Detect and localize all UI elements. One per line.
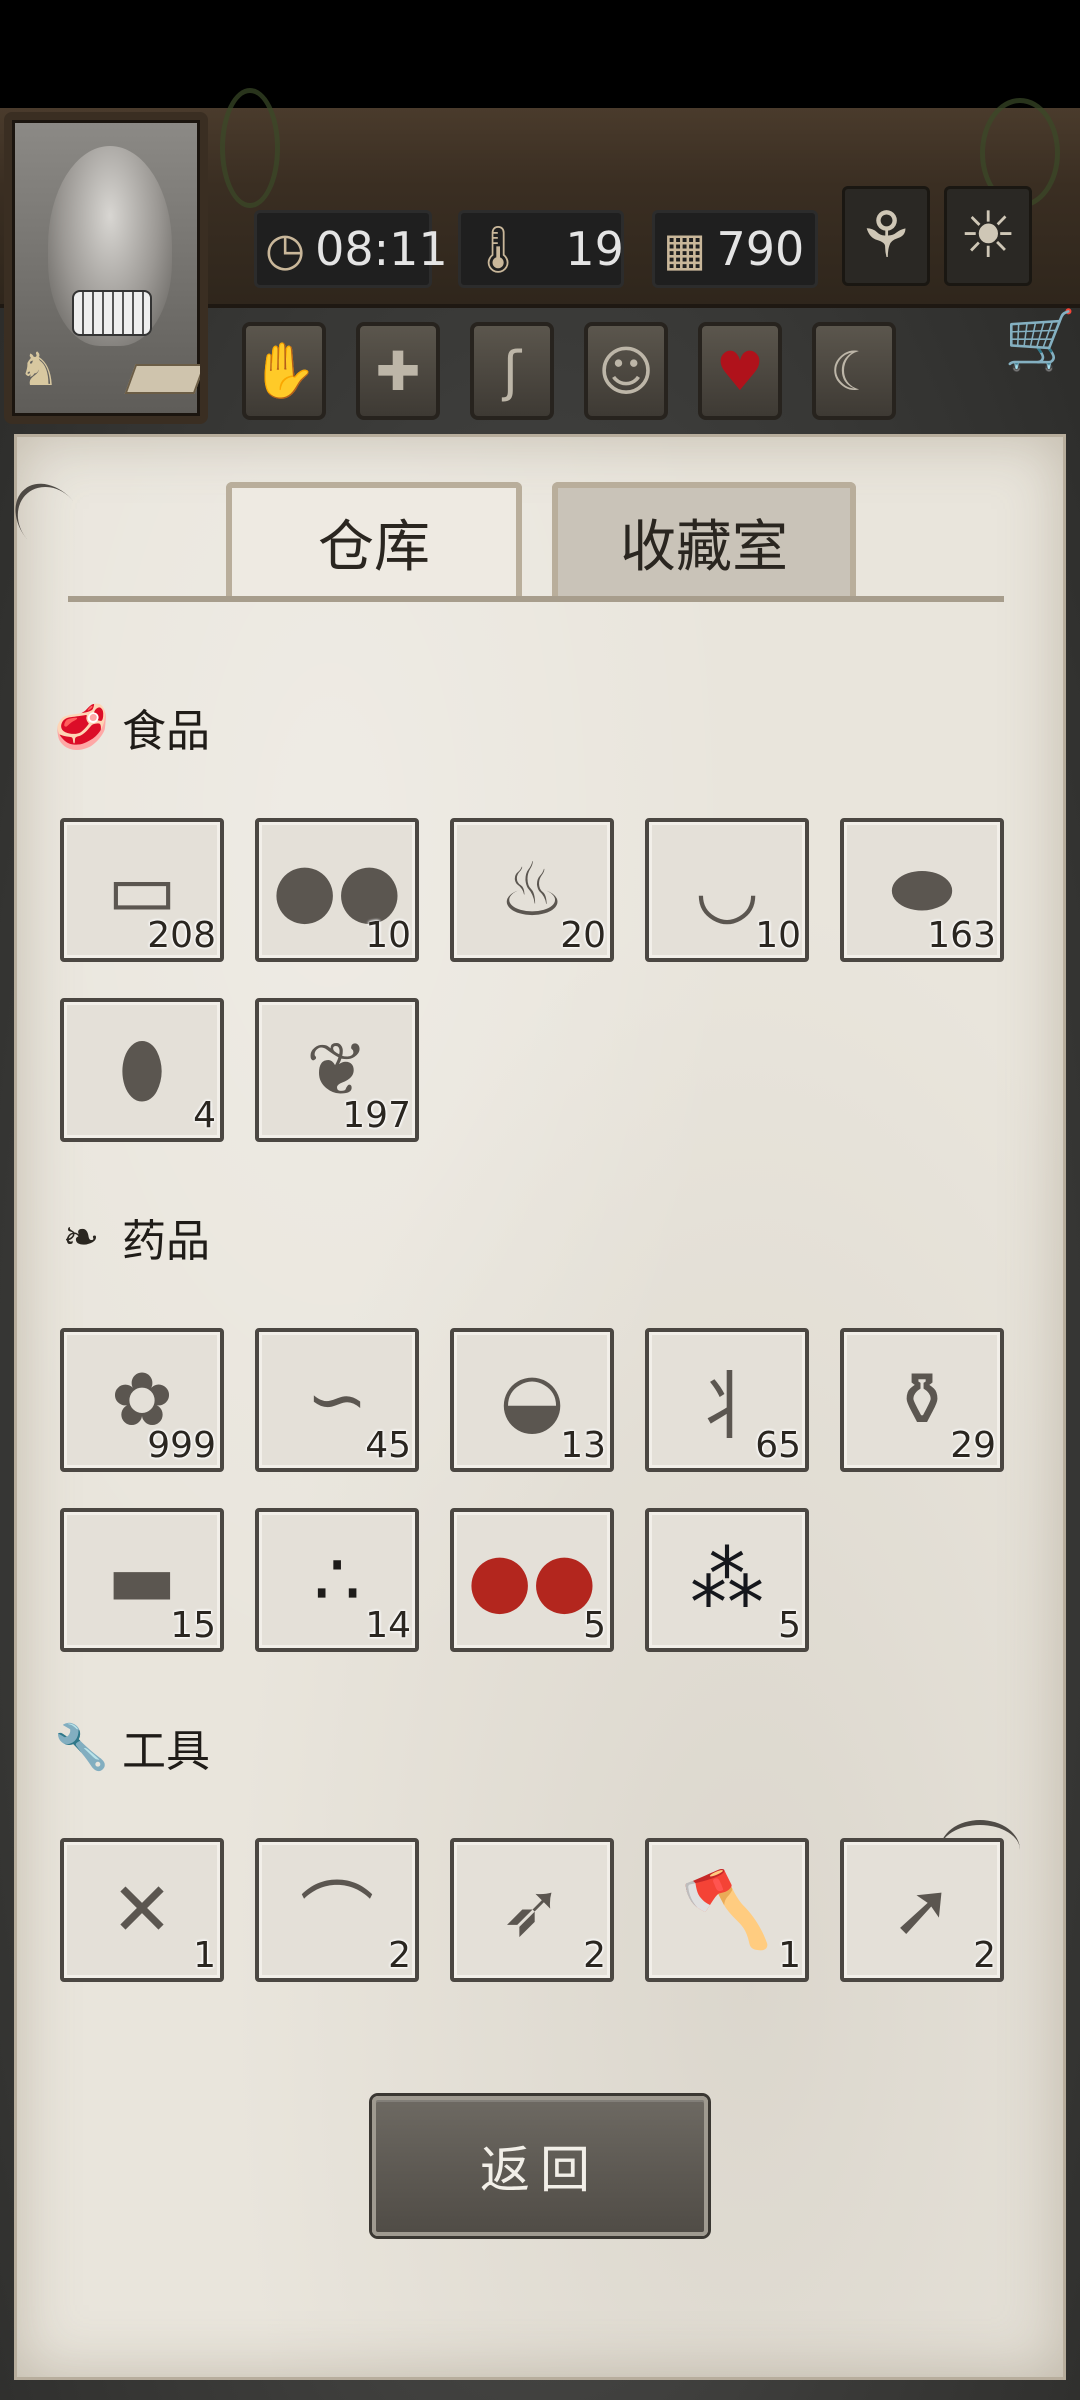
item-count: 2 bbox=[973, 1935, 996, 1976]
item-count: 2 bbox=[583, 1935, 606, 1976]
item-slot[interactable]: ✿ 999 bbox=[60, 1328, 224, 1472]
tab-underline bbox=[68, 596, 1004, 602]
clock-icon: ◷ bbox=[265, 222, 306, 276]
tab-collection-label: 收藏室 bbox=[620, 514, 788, 580]
temperature-display: 🌡 19 bbox=[458, 210, 624, 288]
sprout-icon[interactable]: ⚘ bbox=[842, 186, 930, 286]
item-slot[interactable]: ◒ 13 bbox=[450, 1328, 614, 1472]
item-count: 45 bbox=[365, 1425, 411, 1466]
section-food-header: 🥩 食品 bbox=[54, 692, 210, 762]
item-count: 5 bbox=[778, 1605, 801, 1646]
item-count: 1 bbox=[778, 1935, 801, 1976]
shop-cart-icon[interactable]: 🛒 bbox=[1004, 306, 1076, 375]
item-count: 163 bbox=[927, 915, 996, 956]
section-medicine-title: 药品 bbox=[122, 1216, 210, 1267]
item-count: 10 bbox=[755, 915, 801, 956]
item-count: 197 bbox=[342, 1095, 411, 1136]
calendar-icon: ▦ bbox=[663, 222, 707, 276]
item-slot[interactable]: ⬬ 163 bbox=[840, 818, 1004, 962]
plus-icon[interactable]: ✚ bbox=[356, 322, 440, 420]
moon-icon[interactable]: ☾ bbox=[812, 322, 896, 420]
days-display: ▦ 790 bbox=[652, 210, 818, 288]
camel-icon: ♞ bbox=[18, 342, 60, 396]
item-slot[interactable]: ∴ 14 bbox=[255, 1508, 419, 1652]
item-count: 15 bbox=[170, 1605, 216, 1646]
stomach-icon[interactable]: ʃ bbox=[470, 322, 554, 420]
item-slot[interactable]: 🪓 1 bbox=[645, 1838, 809, 1982]
item-slot[interactable]: ●● 5 bbox=[450, 1508, 614, 1652]
days-value: 790 bbox=[716, 222, 805, 276]
item-count: 4 bbox=[193, 1095, 216, 1136]
leaf-icon: ❧ bbox=[62, 1211, 100, 1263]
item-slot[interactable]: ❦ 197 bbox=[255, 998, 419, 1142]
flag-icon bbox=[124, 364, 200, 394]
time-value: 08:11 bbox=[315, 222, 448, 276]
item-slot[interactable]: ⚱ 29 bbox=[840, 1328, 1004, 1472]
tab-warehouse[interactable]: 仓库 bbox=[226, 482, 522, 596]
item-count: 13 bbox=[560, 1425, 606, 1466]
item-slot[interactable]: ▬ 15 bbox=[60, 1508, 224, 1652]
item-count: 1 bbox=[193, 1935, 216, 1976]
thermometer-icon: 🌡 bbox=[469, 221, 528, 276]
item-count: 10 bbox=[365, 915, 411, 956]
item-count: 20 bbox=[560, 915, 606, 956]
tab-warehouse-label: 仓库 bbox=[318, 514, 430, 580]
back-button-label: 返回 bbox=[480, 2141, 600, 2199]
section-food-title: 食品 bbox=[122, 706, 210, 757]
heart-icon[interactable]: ♥ bbox=[698, 322, 782, 420]
item-slot[interactable]: ∽ 45 bbox=[255, 1328, 419, 1472]
item-slot[interactable]: ✕ 1 bbox=[60, 1838, 224, 1982]
item-count: 29 bbox=[950, 1425, 996, 1466]
item-slot[interactable]: ◡ 10 bbox=[645, 818, 809, 962]
item-count: 2 bbox=[388, 1935, 411, 1976]
item-slot[interactable]: ▭ 208 bbox=[60, 818, 224, 962]
time-display: ◷ 08:11 bbox=[254, 210, 448, 288]
item-count: 208 bbox=[147, 915, 216, 956]
item-slot[interactable]: ➚ 2 bbox=[840, 1838, 1004, 1982]
section-tools-header: 🔧 工具 bbox=[54, 1712, 210, 1782]
tab-collection[interactable]: 收藏室 bbox=[552, 482, 856, 596]
item-slot[interactable]: ⁂ 5 bbox=[645, 1508, 809, 1652]
character-mouth bbox=[72, 290, 152, 336]
item-slot[interactable]: ⺦ 65 bbox=[645, 1328, 809, 1472]
wrench-icon: 🔧 bbox=[54, 1722, 109, 1773]
item-count: 999 bbox=[147, 1425, 216, 1466]
item-slot[interactable]: ⌒ 2 bbox=[255, 1838, 419, 1982]
sun-icon[interactable]: ☀ bbox=[944, 186, 1032, 286]
item-count: 5 bbox=[583, 1605, 606, 1646]
item-count: 65 bbox=[755, 1425, 801, 1466]
item-count: 14 bbox=[365, 1605, 411, 1646]
back-button[interactable]: 返回 bbox=[372, 2096, 708, 2236]
section-medicine-header: ❧ 药品 bbox=[54, 1202, 210, 1272]
item-slot[interactable]: ⬮ 4 bbox=[60, 998, 224, 1142]
item-slot[interactable]: ●● 10 bbox=[255, 818, 419, 962]
hand-icon[interactable]: ✋ bbox=[242, 322, 326, 420]
head-icon[interactable]: ☺ bbox=[584, 322, 668, 420]
temperature-value: 19 bbox=[565, 222, 624, 276]
item-slot[interactable]: ➶ 2 bbox=[450, 1838, 614, 1982]
section-tools-title: 工具 bbox=[122, 1726, 210, 1777]
item-slot[interactable]: ♨ 20 bbox=[450, 818, 614, 962]
character-portrait[interactable]: ♞ bbox=[4, 112, 208, 424]
meat-icon: 🥩 bbox=[54, 702, 109, 753]
